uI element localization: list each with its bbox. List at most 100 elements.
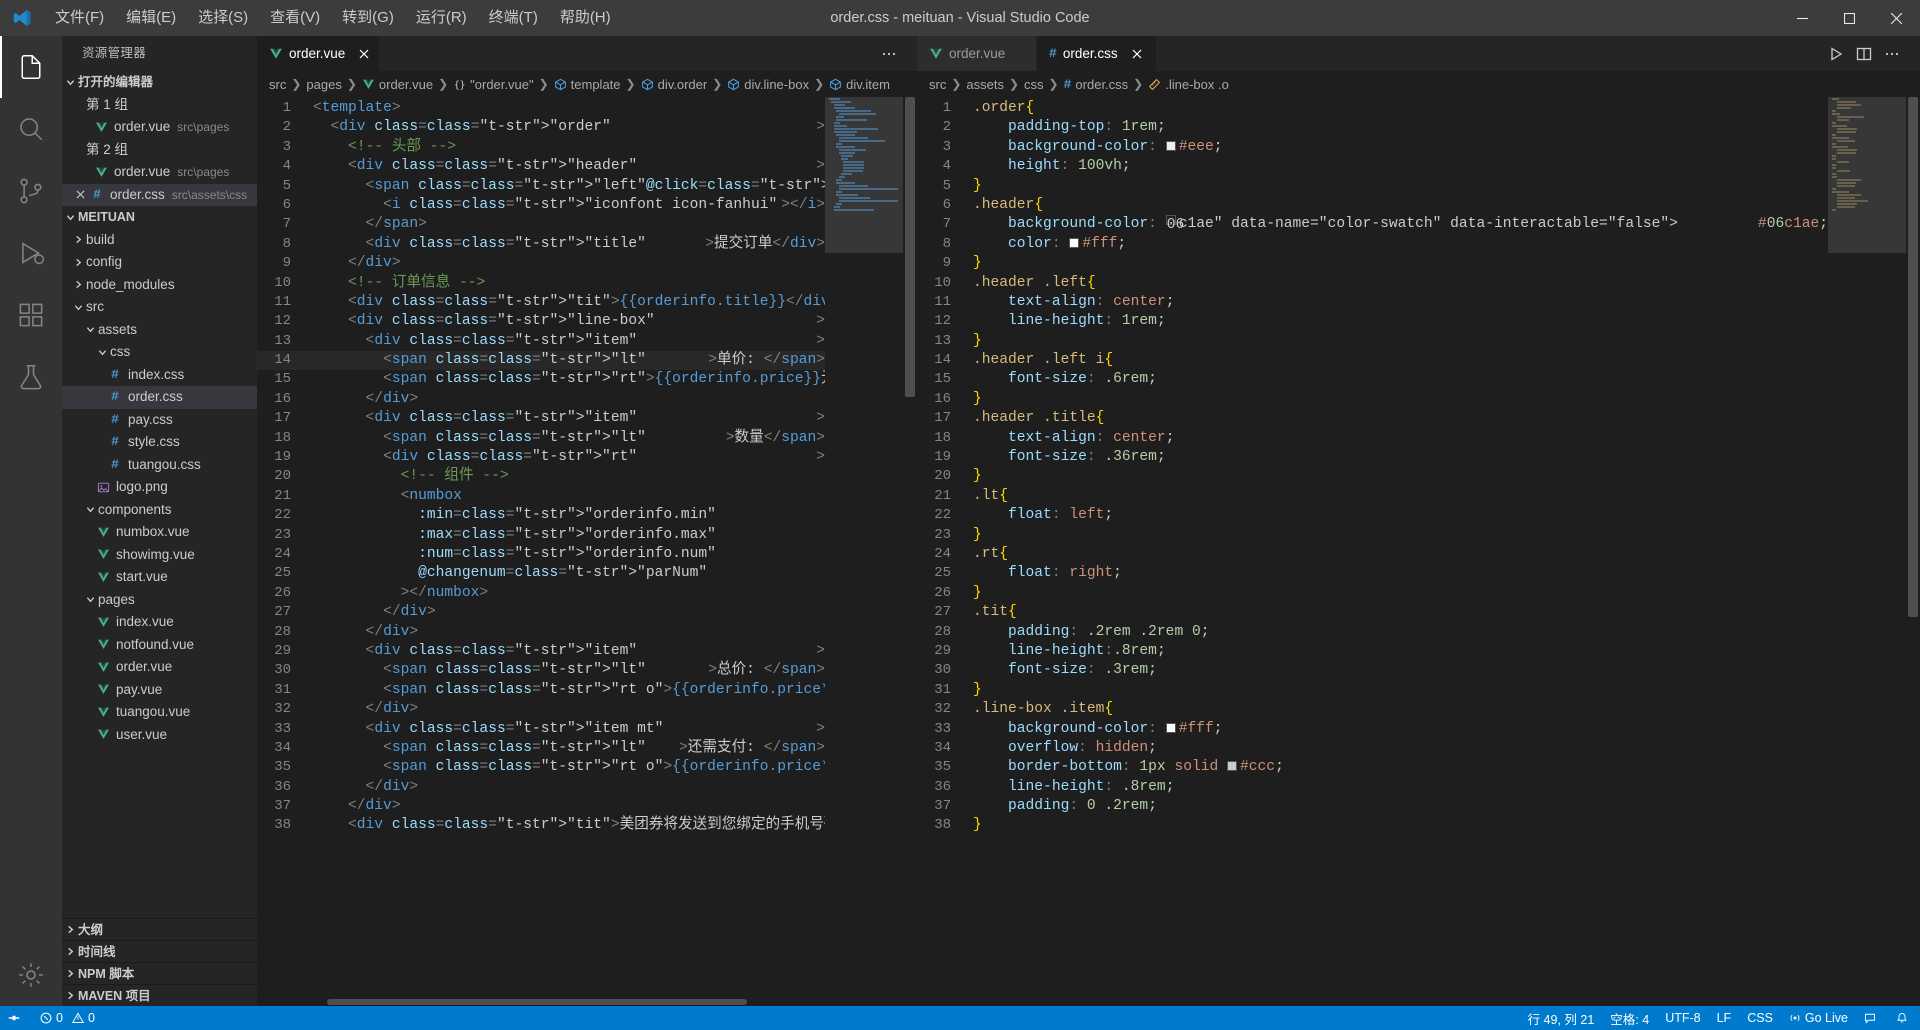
tab-label: order.vue: [289, 46, 346, 61]
menu-go[interactable]: 转到(G): [331, 0, 405, 36]
panel-maven-projects[interactable]: MAVEN 项目: [62, 984, 257, 1006]
breadcrumb-item-assets[interactable]: assets: [966, 77, 1004, 92]
horizontal-scrollbar-left[interactable]: [257, 998, 917, 1006]
status-feedback[interactable]: [1856, 1006, 1888, 1030]
line-number: 16: [934, 390, 951, 407]
menu-selection[interactable]: 选择(S): [187, 0, 259, 36]
tree-item-config[interactable]: config: [62, 251, 257, 274]
line-text: .header .left i{: [973, 352, 1114, 369]
panel-timeline[interactable]: 时间线: [62, 940, 257, 962]
tree-item-build[interactable]: build: [62, 229, 257, 252]
tree-item-assets[interactable]: assets: [62, 319, 257, 342]
tree-item-components[interactable]: components: [62, 499, 257, 522]
code-content-right[interactable]: 1 .order{2 padding-top: 1rem; 3 background…: [917, 97, 1828, 998]
tree-item-tuangou-vue[interactable]: tuangou.vue: [62, 701, 257, 724]
tree-item-pay-css[interactable]: # pay.css: [62, 409, 257, 432]
status-go-live[interactable]: Go Live: [1781, 1006, 1856, 1030]
tree-item-pay-vue[interactable]: pay.vue: [62, 679, 257, 702]
status-eol[interactable]: LF: [1709, 1006, 1740, 1030]
tree-item-start-vue[interactable]: start.vue: [62, 566, 257, 589]
open-editors-header[interactable]: 打开的编辑器: [62, 71, 257, 94]
menu-help[interactable]: 帮助(H): [549, 0, 622, 36]
status-cursor-position[interactable]: 行 49, 列 21: [1520, 1006, 1603, 1030]
code-line: 2 padding-top: 1rem;: [917, 118, 1828, 137]
more-actions-icon[interactable]: [875, 40, 903, 68]
activity-search[interactable]: [0, 98, 62, 160]
open-editor-order-vue-2[interactable]: order.vue src\pages: [62, 161, 257, 184]
minimap-right[interactable]: [1828, 97, 1906, 998]
tree-item-index-vue[interactable]: index.vue: [62, 611, 257, 634]
panel-npm-scripts[interactable]: NPM 脚本: [62, 962, 257, 984]
activity-manage-gear-icon[interactable]: [0, 944, 62, 1006]
code-content-left[interactable]: 1 <template> 2 <div class=class="t-str">"o…: [257, 97, 825, 998]
breadcrumb-item-div-item[interactable]: div.item: [829, 77, 890, 92]
tree-item-notfound-vue[interactable]: notfound.vue: [62, 634, 257, 657]
status-indentation[interactable]: 空格: 4: [1602, 1006, 1657, 1030]
vertical-scrollbar-right[interactable]: [1906, 97, 1920, 998]
tab-order-vue-right[interactable]: order.vue: [917, 36, 1037, 71]
tree-item-user-vue[interactable]: user.vue: [62, 724, 257, 747]
tree-item-pages[interactable]: pages: [62, 589, 257, 612]
breadcrumb-item-order-css[interactable]: # order.css: [1064, 77, 1129, 92]
tree-item-style-css[interactable]: # style.css: [62, 431, 257, 454]
tab-order-css[interactable]: # order.css: [1037, 36, 1157, 71]
minimize-button[interactable]: [1779, 0, 1826, 36]
tree-item-css[interactable]: css: [62, 341, 257, 364]
menu-view[interactable]: 查看(V): [259, 0, 331, 36]
status-encoding[interactable]: UTF-8: [1657, 1006, 1708, 1030]
tree-item-order-css[interactable]: # order.css: [62, 386, 257, 409]
breadcrumb-item-selector[interactable]: .line-box .o: [1148, 77, 1229, 92]
tree-item-src[interactable]: src: [62, 296, 257, 319]
breadcrumb-item-src[interactable]: src: [269, 77, 286, 92]
close-icon[interactable]: [72, 190, 88, 199]
menu-run[interactable]: 运行(R): [405, 0, 478, 36]
minimap-left[interactable]: [825, 97, 903, 998]
tree-item-node-modules[interactable]: node_modules: [62, 274, 257, 297]
maximize-button[interactable]: [1826, 0, 1873, 36]
status-problems[interactable]: 0 0: [32, 1006, 103, 1030]
panel-outline[interactable]: 大纲: [62, 918, 257, 940]
more-actions-icon[interactable]: [1878, 40, 1906, 68]
editor-group-1[interactable]: 第 1 组: [62, 94, 257, 117]
open-editor-order-vue-1[interactable]: order.vue src\pages: [62, 116, 257, 139]
tree-item-showimg-vue[interactable]: showimg.vue: [62, 544, 257, 567]
activity-explorer[interactable]: [0, 36, 62, 98]
tree-item-logo-png[interactable]: logo.png: [62, 476, 257, 499]
open-editor-order-css[interactable]: # order.css src\assets\css: [62, 183, 257, 206]
run-icon[interactable]: [1822, 40, 1850, 68]
activity-testing[interactable]: [0, 346, 62, 408]
split-editor-icon[interactable]: [1850, 40, 1878, 68]
tree-item-numbox-vue[interactable]: numbox.vue: [62, 521, 257, 544]
breadcrumb-item-css[interactable]: css: [1024, 77, 1044, 92]
code-editor-right[interactable]: 1 .order{2 padding-top: 1rem; 3 background…: [917, 97, 1920, 998]
breadcrumb-item-order-vue-symbol[interactable]: {} "order.vue": [453, 77, 534, 92]
close-icon[interactable]: [1132, 49, 1142, 59]
activity-source-control[interactable]: [0, 160, 62, 222]
activity-extensions[interactable]: [0, 284, 62, 346]
vue-icon: [94, 728, 112, 741]
tree-item-tuangou-css[interactable]: # tuangou.css: [62, 454, 257, 477]
close-icon[interactable]: [359, 49, 369, 59]
menu-edit[interactable]: 编辑(E): [115, 0, 187, 36]
close-button[interactable]: [1873, 0, 1920, 36]
breadcrumb-item-src-r[interactable]: src: [929, 77, 946, 92]
breadcrumb-item-div-order[interactable]: div.order: [641, 77, 707, 92]
breadcrumb-item-div-line-box[interactable]: div.line-box: [727, 77, 809, 92]
line-text: overflow: hidden;: [1008, 739, 1157, 756]
menu-terminal[interactable]: 终端(T): [478, 0, 549, 36]
menu-file[interactable]: 文件(F): [44, 0, 115, 36]
tree-item-index-css[interactable]: # index.css: [62, 364, 257, 387]
breadcrumb-item-order-vue[interactable]: order.vue: [362, 77, 433, 92]
project-root-meituan[interactable]: MEITUAN: [62, 206, 257, 229]
tree-item-order-vue[interactable]: order.vue: [62, 656, 257, 679]
status-language-mode[interactable]: CSS: [1739, 1006, 1781, 1030]
tab-order-vue[interactable]: order.vue: [257, 36, 381, 71]
status-remote[interactable]: [0, 1006, 32, 1030]
code-editor-left[interactable]: 1 <template> 2 <div class=class="t-str">"o…: [257, 97, 917, 998]
vertical-scrollbar-left[interactable]: [903, 97, 917, 998]
status-notifications[interactable]: [1888, 1006, 1920, 1030]
editor-group-2[interactable]: 第 2 组: [62, 139, 257, 162]
activity-run-debug[interactable]: [0, 222, 62, 284]
breadcrumb-item-pages[interactable]: pages: [306, 77, 341, 92]
breadcrumb-item-template[interactable]: template: [554, 77, 621, 92]
